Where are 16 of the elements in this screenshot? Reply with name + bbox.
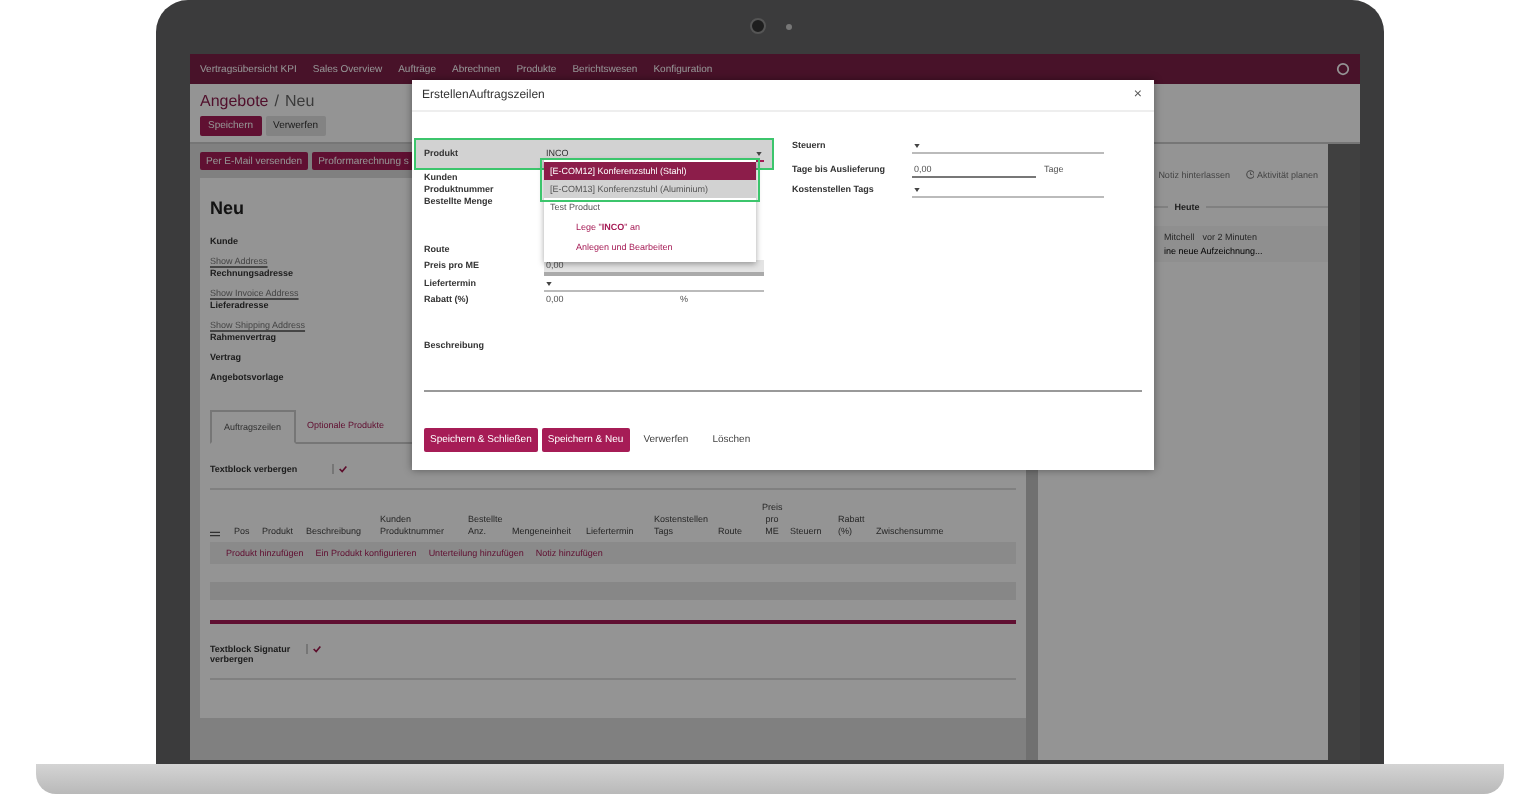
breadcrumb-separator: / <box>274 92 279 110</box>
select-field[interactable] <box>912 140 1104 154</box>
select-field[interactable] <box>912 184 1104 198</box>
caret-icon <box>914 187 920 191</box>
camera-icon <box>750 18 766 34</box>
clock-icon <box>1245 170 1255 180</box>
breadcrumb-link[interactable]: Angebote <box>200 92 269 110</box>
caret-icon <box>756 151 762 155</box>
checkbox[interactable] <box>306 644 322 655</box>
breadcrumb-current: Neu <box>285 92 315 110</box>
caret-icon <box>546 281 552 285</box>
record-title: Neu <box>210 198 245 218</box>
sort-handle-icon <box>210 530 220 539</box>
select-field[interactable] <box>544 278 764 292</box>
checkbox[interactable] <box>332 464 348 474</box>
sensor-icon <box>786 23 792 29</box>
